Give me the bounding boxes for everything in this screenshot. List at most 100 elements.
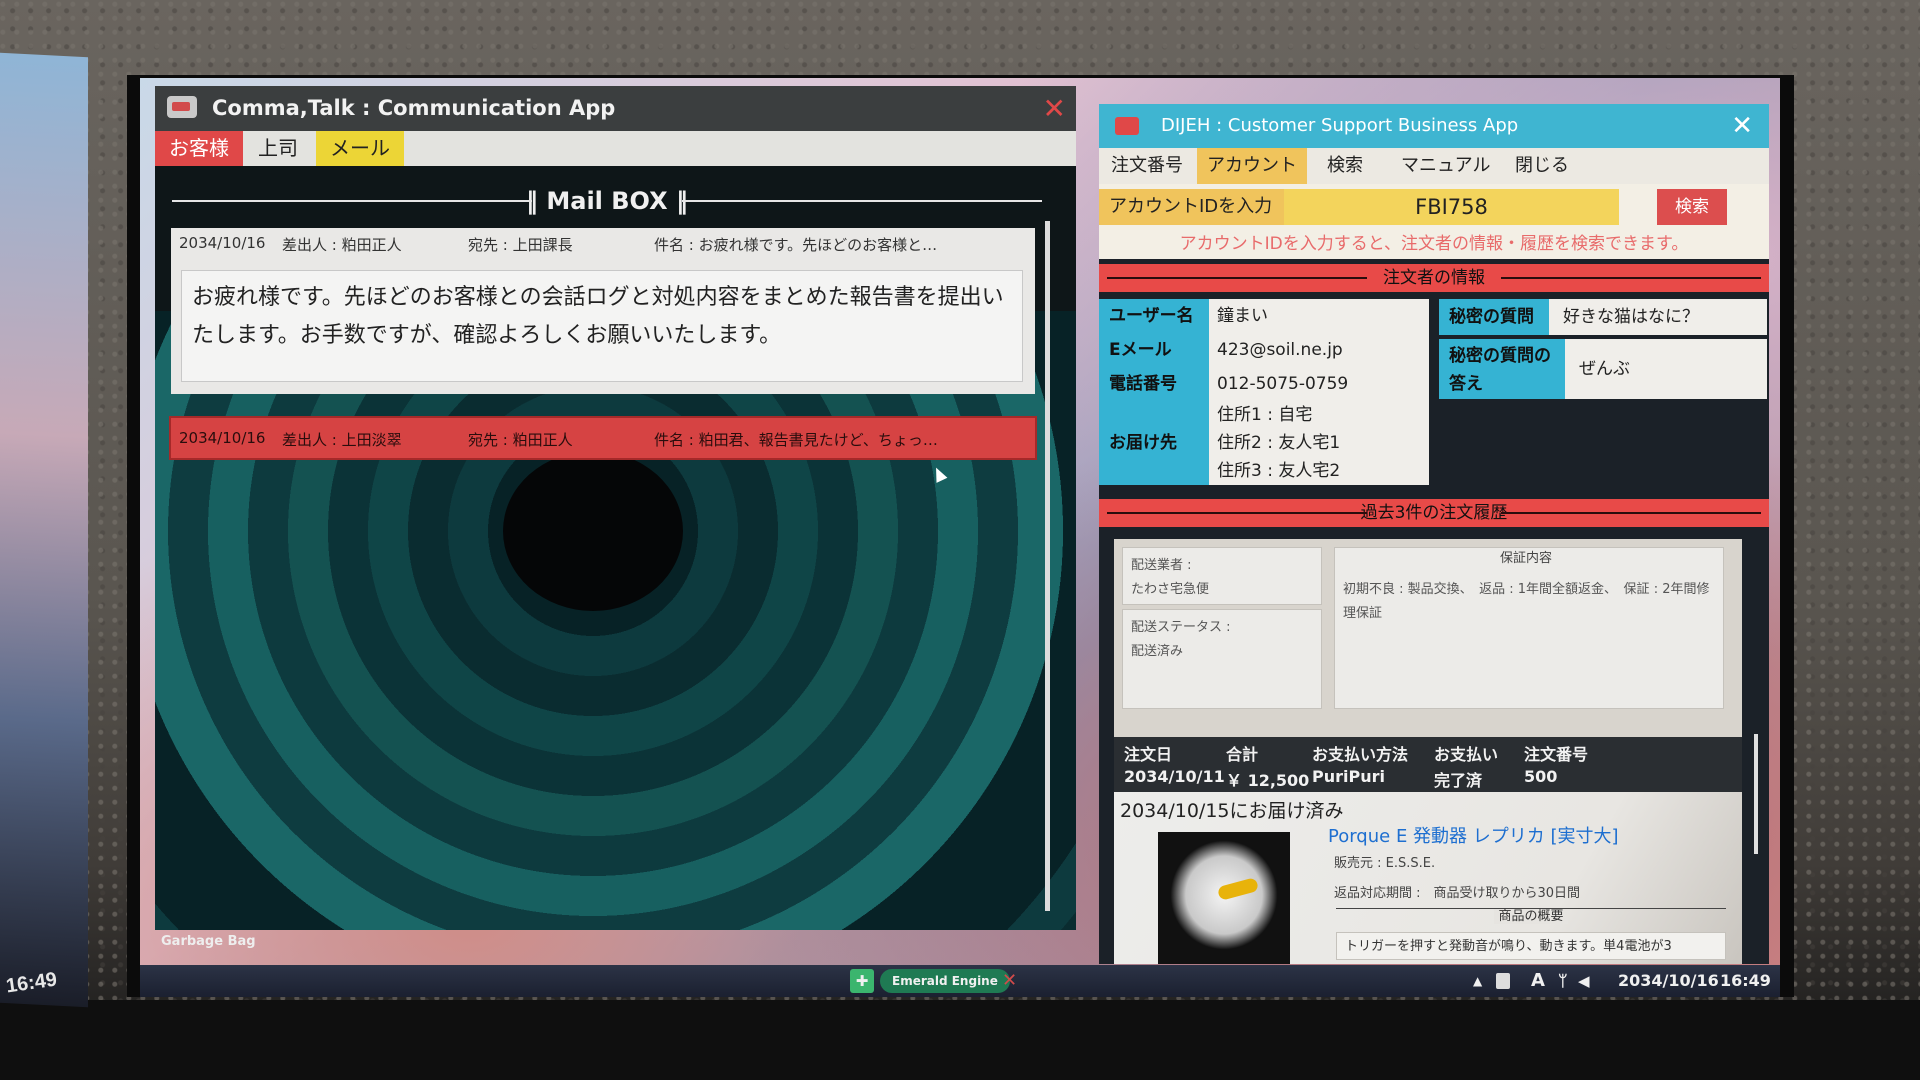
mailbox-scrollbar[interactable] [1045,221,1050,911]
value-payment-method: PuriPuri [1312,767,1385,786]
header-order-date: 注文日 [1124,745,1173,764]
header-total: 合計 [1226,745,1259,764]
secret-answer-value: ぜんぶ [1565,339,1767,399]
carrier-box: 配送業者 : たわさ宅急便 [1122,547,1322,605]
comma-talk-titlebar[interactable]: Comma,Talk : Communication App ✕ [155,86,1076,131]
value-payment-status: 完了済 [1434,771,1483,790]
tray-date: 2034/10/16 [1618,971,1719,990]
secret-answer-label: 秘密の質問の答え [1439,339,1565,399]
ime-indicator[interactable]: A [1531,965,1545,997]
account-search: アカウントIDを入力 検索 アカウントIDを入力すると、注文者の情報・履歴を検索… [1099,184,1769,259]
value-order-number: 500 [1524,767,1558,786]
floor [0,1000,1920,1080]
mail-item-expanded[interactable]: 2034/10/16 差出人 : 粕田正人 宛先 : 上田課長 件名 : お疲れ… [171,228,1035,394]
close-icon[interactable]: ✕ [1731,104,1753,148]
delivery-status-box: 配送ステータス : 配送済み [1122,609,1322,709]
garbage-bag-label[interactable]: Garbage Bag [161,934,256,949]
header-payment-method: お支払い方法 [1312,745,1409,764]
phone-value: 012-5075-0759 [1209,367,1429,401]
taskbar: ✚ Emerald Engine ✕ ▲ A ᛘ ◀ 2034/10/16 16… [140,965,1780,997]
tab-customer[interactable]: お客様 [155,131,243,166]
dijeh-app-icon [1115,117,1139,135]
dijeh-window: DIJEH : Customer Support Business App ✕ … [1099,104,1769,964]
mail-from: 差出人 : 粕田正人 [282,236,402,254]
volume-icon[interactable]: ◀ [1578,965,1590,997]
chat-app-icon [167,96,197,118]
mail-from: 差出人 : 上田淡翠 [282,431,402,449]
mail-date: 2034/10/16 [179,234,266,252]
summary-text: トリガーを押すと発動音が鳴り、動きます。単4電池が3 [1336,932,1726,960]
delivered-date: 2034/10/15にお届け済み [1120,800,1344,822]
order-history-list: 配送業者 : たわさ宅急便 配送ステータス : 配送済み 初期不良 : 製品交換… [1114,539,1742,964]
delivery-status-value: 配送済み [1131,644,1184,659]
warranty-title: 保証内容 [1499,551,1552,566]
search-hint: アカウントIDを入力すると、注文者の情報・履歴を検索できます。 [1179,234,1689,254]
mail-subject: 件名 : お疲れ様です。先ほどのお客様と… [654,236,938,254]
tab-boss[interactable]: 上司 [243,131,313,166]
carrier-value: たわさ宅急便 [1131,582,1210,597]
user-name-value: 鐘まい [1209,299,1429,333]
user-name-label: ユーザー名 [1099,299,1209,333]
ring-background [155,311,1076,930]
address-item: 住所2 : 友人宅1 [1217,433,1341,453]
dijeh-titlebar[interactable]: DIJEH : Customer Support Business App ✕ [1099,104,1769,148]
taskbar-app-icon[interactable]: ✚ [850,969,874,993]
account-details: 注文者の情報 ユーザー名 鐘まい Eメール 423@soil.ne.jp 電話番… [1099,259,1769,964]
header-order-number: 注文番号 [1524,745,1589,764]
value-order-date: 2034/10/11 [1124,767,1225,786]
network-icon[interactable]: ᛘ [1558,965,1568,997]
mail-date: 2034/10/16 [179,429,266,447]
tab-mail[interactable]: メール [316,131,404,166]
product-name-link[interactable]: Porque E 発動器 レプリカ [実寸大] [1328,822,1619,848]
secret-question-label: 秘密の質問 [1439,299,1549,335]
menu-order-number[interactable]: 注文番号 [1101,148,1193,184]
email-value: 423@soil.ne.jp [1209,333,1429,367]
mailbox-panel: ‖ Mail BOX ‖ 2034/10/16 差出人 : 粕田正人 宛先 : … [155,166,1076,930]
mailbox-title: ‖ Mail BOX ‖ [172,181,1042,221]
side-monitor [0,52,88,1008]
order-item-card[interactable]: 2034/10/15にお届け済み Porque E 発動器 レプリカ [実寸大]… [1114,792,1742,964]
address-item: 住所1 : 自宅 [1217,405,1313,425]
email-label: Eメール [1099,333,1209,367]
orderer-section-header: 注文者の情報 [1099,264,1769,292]
header-payment-status: お支払い [1434,745,1499,764]
comma-talk-tabbar: お客様 上司 メール [155,131,1076,166]
secret-question-value: 好きな猫はなに？ [1549,299,1767,335]
address-item: 住所3 : 友人宅2 [1217,461,1341,481]
account-id-label: アカウントIDを入力 [1099,189,1284,225]
address-label: お届け先 [1099,401,1209,485]
tray-time: 16:49 [1720,971,1771,990]
address-list: 住所1 : 自宅 住所2 : 友人宅1 住所3 : 友人宅2 [1209,401,1429,485]
comma-talk-title: Comma,Talk : Communication App [212,96,616,120]
delivery-status-label: 配送ステータス : [1131,620,1231,635]
account-id-input[interactable] [1284,189,1619,225]
carrier-label: 配送業者 : [1131,558,1192,573]
dijeh-title: DIJEH : Customer Support Business App [1161,115,1519,136]
ring-center [503,451,683,611]
close-icon[interactable]: ✕ [1043,86,1066,131]
mail-body: お疲れ様です。先ほどのお客様との会話ログと対処内容をまとめた報告書を提出いたしま… [181,270,1023,382]
summary-divider: 商品の概要 [1336,908,1726,924]
taskbar-app-button[interactable]: Emerald Engine [880,969,1010,993]
tools-icon[interactable]: ✕ [1002,965,1017,997]
comma-talk-window: Comma,Talk : Communication App ✕ お客様 上司 … [155,86,1076,930]
menu-close[interactable]: 閉じる [1505,148,1579,184]
menu-account[interactable]: アカウント [1197,148,1307,184]
phone-label: 電話番号 [1099,367,1209,401]
order-summary-table: 注文日 合計 お支払い方法 お支払い 注文番号 2034/10/11 ￥ 12,… [1114,737,1742,792]
mail-subject: 件名 : 粕田君、報告書見たけど、ちょっ… [654,431,938,449]
search-button[interactable]: 検索 [1657,189,1727,225]
seller: 販売元 : E.S.S.E. [1334,856,1436,871]
warranty-text: 初期不良 : 製品交換、 返品 : 1年間全額返金、 保証 : 2年間修理保証 [1343,582,1710,621]
return-period: 返品対応期間 : 商品受け取りから30日間 [1334,886,1581,901]
notification-icon[interactable] [1496,973,1510,989]
summary-title: 商品の概要 [1494,909,1568,924]
product-image [1158,832,1290,964]
menu-search[interactable]: 検索 [1317,148,1373,184]
menu-manual[interactable]: マニュアル [1391,148,1500,184]
mail-item-selected[interactable]: 2034/10/16 差出人 : 上田淡翠 宛先 : 粕田正人 件名 : 粕田君… [169,416,1037,460]
tray-expand-icon[interactable]: ▲ [1473,965,1482,997]
warranty-box: 初期不良 : 製品交換、 返品 : 1年間全額返金、 保証 : 2年間修理保証 [1334,547,1724,709]
mail-to: 宛先 : 粕田正人 [468,431,573,449]
history-scrollbar[interactable] [1754,734,1758,854]
